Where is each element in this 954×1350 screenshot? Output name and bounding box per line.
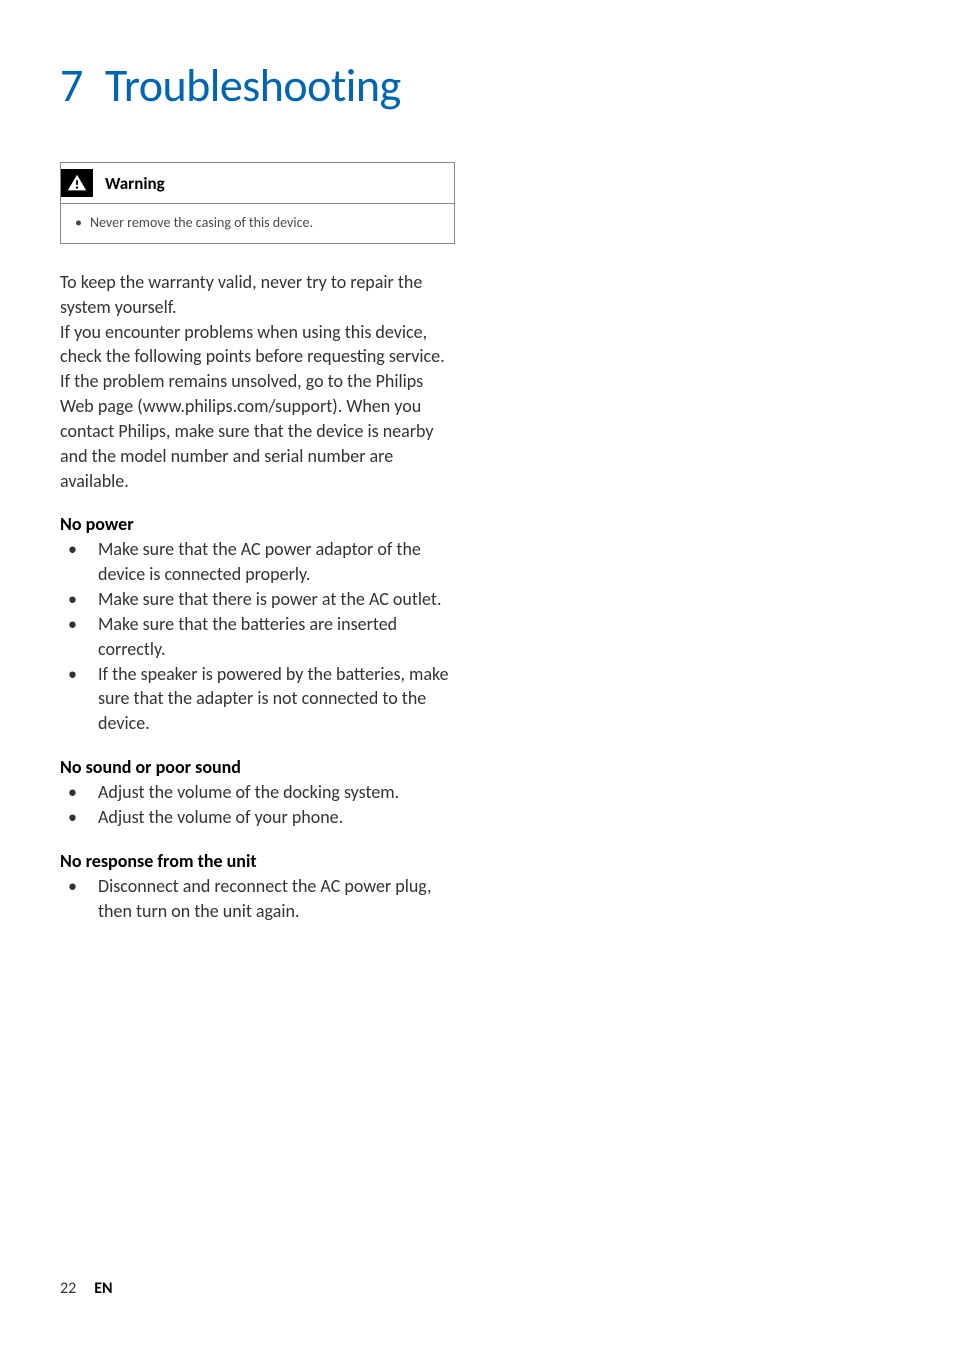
- bullet-marker: •: [60, 805, 98, 830]
- list-item-text: Adjust the volume of your phone.: [98, 805, 455, 830]
- bullet-marker: •: [60, 537, 98, 587]
- page-content: 7 Troubleshooting Warning • Never remove …: [0, 0, 954, 983]
- warning-icon: [61, 169, 93, 197]
- list-item-text: Make sure that the AC power adaptor of t…: [98, 537, 455, 587]
- list-item: • Make sure that there is power at the A…: [60, 587, 455, 612]
- bullet-marker: •: [60, 780, 98, 805]
- list-item-text: If the speaker is powered by the batteri…: [98, 662, 455, 736]
- warning-label: Warning: [105, 173, 165, 194]
- list-item: • If the speaker is powered by the batte…: [60, 662, 455, 736]
- page-footer: 22 EN: [60, 1279, 113, 1298]
- language-code: EN: [94, 1279, 112, 1298]
- section-heading: No sound or poor sound: [60, 756, 455, 778]
- section-no-response: No response from the unit • Disconnect a…: [60, 850, 455, 924]
- section-heading: No response from the unit: [60, 850, 455, 872]
- bullet-list: • Adjust the volume of the docking syste…: [60, 780, 455, 830]
- list-item-text: Disconnect and reconnect the AC power pl…: [98, 874, 455, 924]
- list-item-text: Make sure that there is power at the AC …: [98, 587, 455, 612]
- list-item-text: Adjust the volume of the docking system.: [98, 780, 455, 805]
- bullet-marker: •: [60, 587, 98, 612]
- warning-body: • Never remove the casing of this device…: [61, 204, 454, 243]
- page-number: 22: [60, 1279, 76, 1298]
- list-item: • Make sure that the batteries are inser…: [60, 612, 455, 662]
- section-no-power: No power • Make sure that the AC power a…: [60, 513, 455, 736]
- section-heading: No power: [60, 513, 455, 535]
- bullet-marker: •: [60, 874, 98, 924]
- chapter-title: 7 Troubleshooting: [60, 58, 894, 114]
- list-item: • Adjust the volume of the docking syste…: [60, 780, 455, 805]
- warning-box: Warning • Never remove the casing of thi…: [60, 162, 455, 244]
- warning-item: • Never remove the casing of this device…: [75, 214, 440, 231]
- bullet-marker: •: [75, 214, 82, 231]
- bullet-marker: •: [60, 662, 98, 736]
- bullet-marker: •: [60, 612, 98, 662]
- list-item: • Make sure that the AC power adaptor of…: [60, 537, 455, 587]
- content-column: Warning • Never remove the casing of thi…: [60, 162, 455, 923]
- chapter-number: 7: [60, 58, 83, 114]
- bullet-list: • Make sure that the AC power adaptor of…: [60, 537, 455, 736]
- warning-item-text: Never remove the casing of this device.: [90, 214, 313, 231]
- intro-paragraph: To keep the warranty valid, never try to…: [60, 270, 455, 493]
- chapter-title-text: Troubleshooting: [105, 58, 401, 114]
- list-item: • Disconnect and reconnect the AC power …: [60, 874, 455, 924]
- bullet-list: • Disconnect and reconnect the AC power …: [60, 874, 455, 924]
- warning-header: Warning: [61, 163, 454, 204]
- section-no-sound: No sound or poor sound • Adjust the volu…: [60, 756, 455, 830]
- list-item-text: Make sure that the batteries are inserte…: [98, 612, 455, 662]
- list-item: • Adjust the volume of your phone.: [60, 805, 455, 830]
